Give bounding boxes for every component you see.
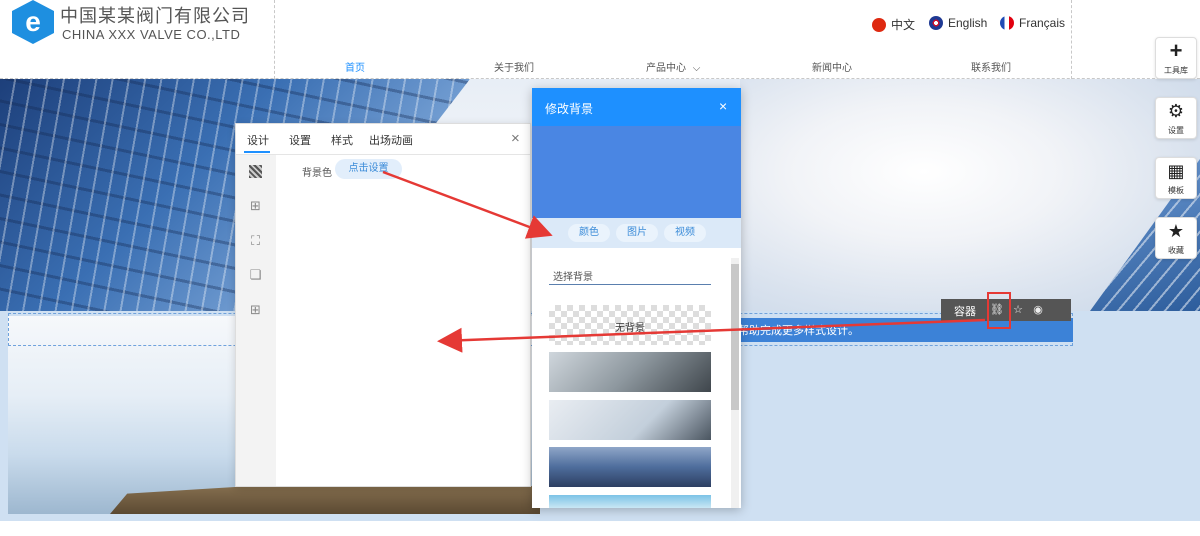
- nav-products-label: 产品中心: [646, 63, 686, 74]
- lang-label: 中文: [891, 18, 916, 32]
- texture-icon[interactable]: [249, 165, 262, 178]
- france-flag-icon: [1000, 16, 1014, 30]
- nav-about[interactable]: 关于我们: [494, 59, 534, 74]
- tab-animation[interactable]: 出场动画: [369, 132, 413, 148]
- nav-news[interactable]: 新闻中心: [812, 59, 852, 74]
- background-thumbnail-desk[interactable]: [549, 400, 711, 440]
- lang-english[interactable]: English: [929, 16, 987, 30]
- choose-background-label: 选择背景: [553, 272, 593, 283]
- chevron-down-icon: ⌵: [692, 63, 701, 74]
- design-panel-tabs: 设计 设置 样式 出场动画 ×: [236, 124, 530, 155]
- close-icon[interactable]: ×: [719, 98, 727, 114]
- banner-text[interactable]: 帮助完成更多样式设计。: [738, 322, 859, 338]
- template-icon: ▦: [1167, 161, 1185, 181]
- shadow-icon[interactable]: ❏: [249, 268, 262, 281]
- tab-color[interactable]: 颜色: [568, 224, 610, 242]
- tab-video[interactable]: 视频: [664, 224, 706, 242]
- background-thumbnail-sea[interactable]: [549, 495, 711, 508]
- rail-label: 设置: [1168, 126, 1184, 135]
- close-icon[interactable]: ×: [511, 130, 520, 147]
- nav-contact[interactable]: 联系我们: [971, 59, 1011, 74]
- design-panel: 设计 设置 样式 出场动画 × ⊞ ⛶ ❏ ⊞ 背景色 点击设置: [235, 123, 531, 487]
- lang-label: English: [948, 16, 988, 30]
- margin-icon[interactable]: ⛶: [249, 234, 262, 247]
- lang-french[interactable]: Français: [1000, 16, 1065, 30]
- lang-label: Français: [1019, 16, 1066, 30]
- layout-icon[interactable]: ⊞: [249, 303, 262, 316]
- tab-settings[interactable]: 设置: [289, 132, 311, 148]
- background-type-tabs: 颜色 图片 视频: [532, 218, 741, 248]
- no-background-label: 无背景: [615, 323, 645, 334]
- plus-icon: +: [1169, 38, 1183, 63]
- background-preview: [532, 126, 741, 218]
- brand-name-en: CHINA XXX VALVE CO.,LTD: [62, 27, 241, 42]
- rail-favorites[interactable]: ★ 收藏: [1155, 217, 1197, 259]
- eye-icon[interactable]: ◉: [1030, 302, 1046, 318]
- star-outline-icon[interactable]: ☆: [1010, 302, 1026, 318]
- rail-templates[interactable]: ▦ 模板: [1155, 157, 1197, 199]
- set-background-button[interactable]: 点击设置: [335, 159, 402, 179]
- rail-toolbox[interactable]: + 工具库: [1155, 37, 1197, 79]
- background-color-label: 背景色: [302, 168, 332, 179]
- no-background-option[interactable]: 无背景: [549, 305, 711, 345]
- rail-label: 工具库: [1164, 66, 1188, 75]
- container-toolbar: 容器 ⛓ ☆ ◉: [941, 292, 1071, 329]
- background-panel-title: 修改背景: [545, 102, 594, 116]
- site-header: e 中国某某阀门有限公司 CHINA XXX VALVE CO.,LTD 中文 …: [0, 0, 1200, 79]
- rail-label: 模板: [1168, 186, 1184, 195]
- divider: [549, 284, 711, 285]
- lang-chinese[interactable]: 中文: [872, 16, 915, 33]
- logo-icon: e: [12, 0, 54, 44]
- background-panel: 修改背景 × 颜色 图片 视频 选择背景 无背景: [532, 88, 741, 508]
- china-flag-icon: [872, 17, 886, 32]
- rail-settings[interactable]: ⚙ 设置: [1155, 97, 1197, 139]
- scrollbar-thumb[interactable]: [731, 264, 739, 410]
- tab-image[interactable]: 图片: [616, 224, 658, 242]
- uk-flag-icon: [929, 16, 943, 30]
- tab-style[interactable]: 样式: [331, 132, 353, 148]
- border-icon[interactable]: ⊞: [249, 199, 262, 212]
- background-thumbnail-city[interactable]: [549, 447, 711, 487]
- gear-icon: ⚙: [1167, 101, 1185, 121]
- active-tab-indicator: [244, 151, 270, 153]
- container-label: 容器: [954, 306, 976, 318]
- background-thumbnail-laptop[interactable]: [549, 352, 711, 392]
- svg-text:e: e: [25, 6, 41, 37]
- nav-products[interactable]: 产品中心 ⌵: [646, 59, 700, 74]
- nav-home[interactable]: 首页: [345, 59, 365, 74]
- rail-label: 收藏: [1168, 246, 1184, 255]
- background-panel-header: 修改背景 ×: [532, 88, 741, 126]
- highlight-box: [987, 292, 1011, 329]
- star-icon: ★: [1167, 221, 1185, 241]
- tab-design[interactable]: 设计: [247, 132, 269, 148]
- design-panel-sidebar: ⊞ ⛶ ❏ ⊞: [236, 155, 276, 486]
- brand-name-cn: 中国某某阀门有限公司: [60, 6, 250, 26]
